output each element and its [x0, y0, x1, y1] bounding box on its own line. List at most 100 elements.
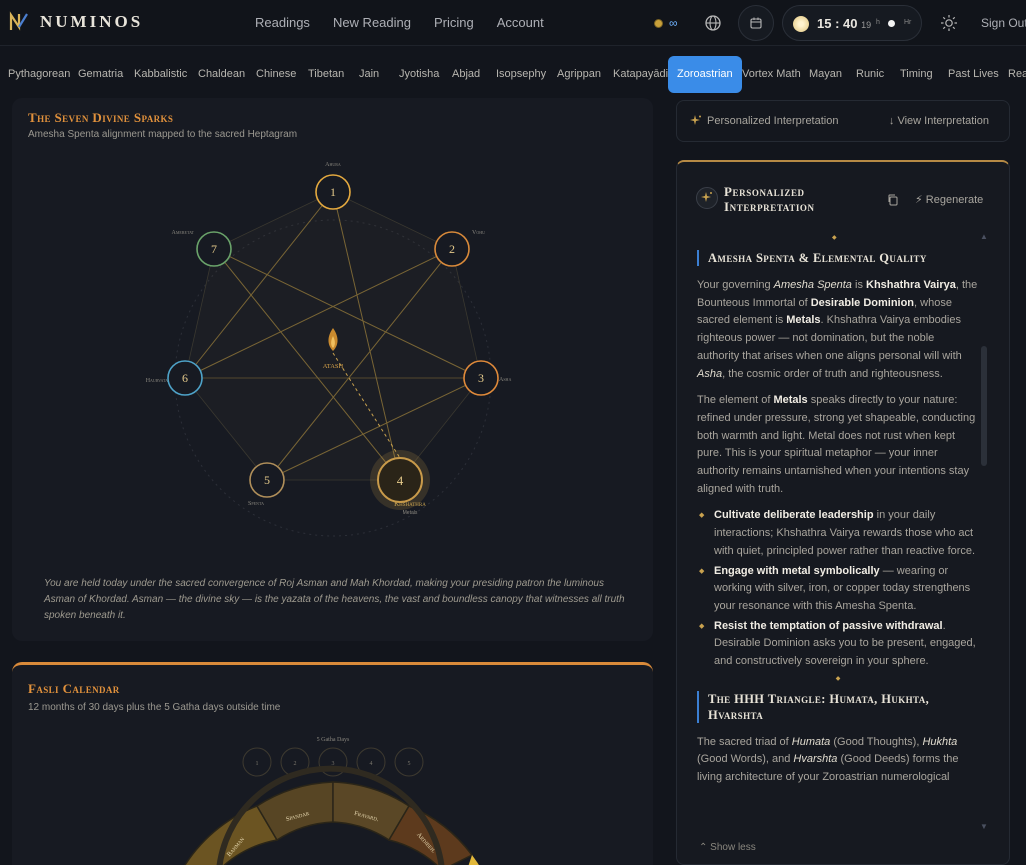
tab-chaldean[interactable]: Chaldean	[198, 68, 245, 80]
credits-value: ∞	[669, 16, 678, 30]
main-nav: Readings New Reading Pricing Account	[255, 15, 544, 30]
interpretation-badge	[696, 187, 718, 209]
regenerate-label: Regenerate	[925, 194, 984, 206]
nav-new-reading[interactable]: New Reading	[333, 15, 411, 30]
node-1-number: 1	[330, 185, 336, 199]
globe-icon[interactable]	[704, 14, 722, 32]
node-5-label: Spenta	[248, 501, 264, 507]
fasli-calendar-card: Fasli Calendar 12 months of 30 days plus…	[12, 662, 653, 865]
tab-kabbalistic[interactable]: Kabbalistic	[134, 68, 187, 80]
tab-runic[interactable]: Runic	[856, 68, 884, 80]
scroll-up-arrow[interactable]: ▲	[980, 232, 988, 241]
sun-theme-icon[interactable]	[940, 14, 958, 32]
tab-timing[interactable]: Timing	[900, 68, 933, 80]
logo-text: NUMINOS	[40, 12, 144, 31]
tab-abjad[interactable]: Abjad	[452, 68, 480, 80]
show-less-button[interactable]: ⌃ Show less	[699, 842, 756, 853]
gatha-day-5-num: 5	[408, 761, 411, 767]
section-divider-dot: ◆	[832, 235, 837, 241]
clock-widget: 15 : 40 19 h Hr	[782, 5, 922, 41]
fasli-title: Fasli Calendar	[28, 681, 120, 696]
paragraph-hhh: The sacred triad of Humata (Good Thought…	[697, 735, 959, 784]
gatha-day-4-num: 4	[370, 761, 373, 767]
clock-minutes: 40	[843, 16, 858, 31]
node-5-number: 5	[264, 473, 270, 487]
nav-account[interactable]: Account	[497, 15, 544, 30]
node-6-number: 6	[182, 371, 188, 385]
tab-vortex-math[interactable]: Vortex Math	[742, 68, 801, 80]
atash-label: ATASH	[323, 363, 344, 370]
tab-tibetan[interactable]: Tibetan	[308, 68, 344, 80]
node-3-number: 3	[478, 371, 484, 385]
node-1-label: Ahura	[325, 162, 341, 168]
gatha-day-2-num: 2	[294, 761, 297, 767]
sparks-title: The Seven Divine Sparks	[28, 110, 174, 125]
tab-jyotisha[interactable]: Jyotisha	[399, 68, 439, 80]
tab-katapayadi[interactable]: Katapayādi	[613, 68, 668, 80]
view-interpretation-link[interactable]: ↓ View Interpretation	[889, 115, 989, 127]
interpretation-toggle-bar[interactable]: Personalized Interpretation ↓ View Inter…	[676, 100, 1010, 142]
bullet-metal: Engage with metal symbolically — wearing…	[697, 563, 979, 616]
tab-jain[interactable]: Jain	[359, 68, 379, 80]
node-7-number: 7	[211, 242, 217, 256]
section-heading-amesha: Amesha Spenta & Elemental Quality	[697, 250, 979, 266]
tab-gematria[interactable]: Gematria	[78, 68, 123, 80]
node-4-label: Khshathra	[394, 500, 426, 508]
interpretation-content: Amesha Spenta & Elemental Quality Your g…	[697, 250, 979, 796]
node-4-number: 4	[397, 473, 404, 488]
tab-zoroastrian[interactable]: Zoroastrian	[668, 56, 742, 93]
sparkle-icon	[690, 115, 701, 125]
tab-mayan[interactable]: Mayan	[809, 68, 842, 80]
coin-icon	[654, 18, 663, 28]
clock-hr-label: Hr	[904, 19, 912, 26]
tab-chinese[interactable]: Chinese	[256, 68, 296, 80]
tab-isopsephy[interactable]: Isopsephy	[496, 68, 546, 80]
section-heading-hhh: The HHH Triangle: Humata, Hukhta, Hvarsh…	[697, 690, 979, 723]
view-interpretation-label: View Interpretation	[897, 115, 989, 127]
nav-readings[interactable]: Readings	[255, 15, 310, 30]
node-7-label: Ameretat	[172, 230, 195, 236]
seven-sparks-card: The Seven Divine Sparks Amesha Spenta al…	[12, 98, 653, 686]
scrollbar-thumb[interactable]	[981, 346, 987, 466]
gatha-label: 5 Gatha Days	[317, 737, 350, 743]
regenerate-button[interactable]: ⚡ Regenerate	[915, 193, 983, 206]
fasli-subtitle: 12 months of 30 days plus the 5 Gatha da…	[28, 702, 281, 713]
tab-past-lives[interactable]: Past Lives	[948, 68, 999, 80]
clock-time: 15 : 40 19	[817, 16, 872, 31]
sparkle-icon	[701, 192, 712, 202]
show-less-label: Show less	[710, 842, 756, 853]
tab-more[interactable]: Rea	[1008, 68, 1026, 80]
sign-out-link[interactable]: Sign Out	[981, 16, 1026, 30]
clock-h-label: h	[876, 19, 880, 26]
tab-agrippan[interactable]: Agrippan	[557, 68, 601, 80]
sparks-subtitle: Amesha Spenta alignment mapped to the sa…	[28, 129, 298, 140]
calendar-button[interactable]	[738, 5, 774, 41]
logo-mark-icon	[9, 11, 28, 31]
daily-patron-quote: You are held today under the sacred conv…	[44, 578, 625, 621]
copy-icon[interactable]	[887, 194, 899, 206]
interpretation-toggle-label: Personalized Interpretation	[707, 115, 839, 127]
tab-pythagorean[interactable]: Pythagorean	[8, 68, 70, 80]
paragraph-metals: The element of Metals speaks directly to…	[697, 394, 976, 495]
fasli-wheel: 5 Gatha Days 1 2 3 4 5 Bahman Spandar Fr…	[184, 737, 479, 865]
logo[interactable]: NUMINOS	[8, 11, 143, 33]
section-divider-dot: ◆	[835, 675, 841, 682]
node-2-number: 2	[449, 242, 455, 256]
node-4-sublabel: Metals	[403, 510, 418, 516]
calendar-icon	[750, 17, 762, 29]
tradition-tabs: Pythagorean Gematria Kabbalistic Chaldea…	[0, 54, 1026, 94]
moon-icon	[888, 20, 895, 27]
clock-seconds: 19	[861, 20, 872, 30]
clock-hours: 15	[817, 16, 832, 31]
node-6-label: Haurvatat	[146, 378, 171, 384]
node-2-label: Vohu	[472, 230, 485, 236]
top-bar: NUMINOS Readings New Reading Pricing Acc…	[0, 0, 1026, 46]
bullet-leadership: Cultivate deliberate leadership in your …	[697, 507, 979, 560]
heptagram-diagram: ATASH Ahura 1 Vohu 2 Asha 3 4 Khshathra …	[146, 162, 511, 537]
scroll-down-arrow[interactable]: ▼	[980, 822, 988, 831]
nav-pricing[interactable]: Pricing	[434, 15, 474, 30]
credits-badge[interactable]: ∞	[654, 16, 678, 30]
interpretation-panel: Personalized Interpretation ⚡ Regenerate…	[676, 160, 1010, 865]
paragraph-amesha: Your governing Amesha Spenta is Khshathr…	[697, 279, 978, 380]
node-3-label: Asha	[499, 377, 511, 383]
